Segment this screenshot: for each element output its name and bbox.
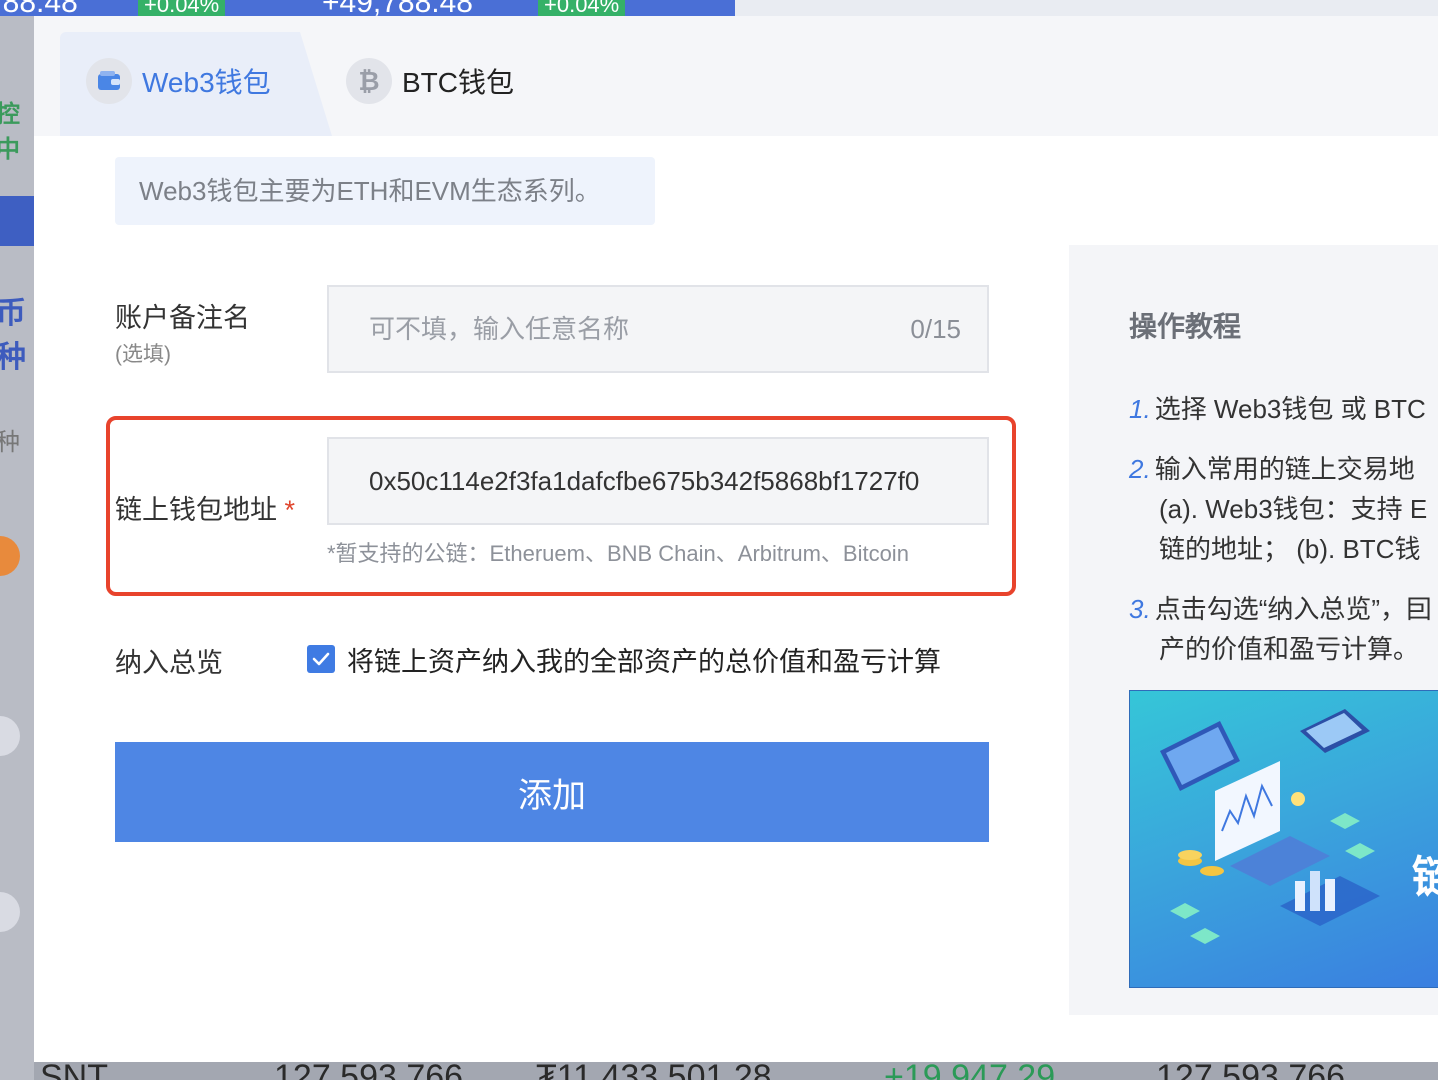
tab-web3-wallet[interactable]: Web3钱包	[86, 56, 271, 106]
wallet-tab-bar: Web3钱包 ₿ BTC钱包	[34, 16, 1438, 136]
include-overview-text[interactable]: 将链上资产纳入我的全部资产的总价值和盈亏计算	[347, 640, 941, 679]
svg-text:₿: ₿	[358, 67, 379, 96]
tab-label: Web3钱包	[142, 67, 271, 98]
background-cell: 127,593.766	[274, 1062, 463, 1080]
address-label: 链上钱包地址 *	[115, 488, 295, 527]
background-ticker-bar: 788.48 +0.04% +49,788.48 +0.04%	[0, 0, 1438, 16]
remark-optional-label: (选填)	[115, 343, 171, 366]
tutorial-step: 1. 选择 Web3钱包 或 BTC	[1129, 389, 1426, 429]
remark-label: 账户备注名	[115, 303, 250, 333]
background-cell: +19,947.29	[884, 1062, 1055, 1080]
background-text: 种	[0, 429, 20, 456]
step-text: 点击勾选“纳入总览”，囙	[1154, 594, 1433, 624]
background-cell: ₮11,433,501.28	[536, 1062, 772, 1080]
step-number: 2.	[1129, 454, 1151, 484]
tutorial-title: 操作教程	[1129, 311, 1242, 342]
tutorial-step: 3. 点击勾选“纳入总览”，囙 产的价值和盈亏计算。	[1129, 589, 1432, 669]
step-number: 1.	[1129, 394, 1151, 424]
include-overview-label: 纳入总览	[115, 648, 223, 678]
illustration-caption: 链	[1412, 841, 1438, 905]
coin-icon	[0, 716, 20, 756]
wallet-icon	[86, 58, 132, 104]
step-number: 3.	[1129, 594, 1151, 624]
tutorial-step: 2. 输入常用的链上交易地 (a). Web3钱包：支持 E 链的地址； (b).…	[1129, 449, 1427, 569]
remark-char-count: 0/15	[910, 314, 961, 344]
background-text: 控中	[0, 101, 20, 163]
background-left-column: 控中 币种 种	[0, 16, 34, 1080]
wallet-address-input[interactable]: 0x50c114e2f3fa1dafcfbe675b342f5868bf1727…	[327, 437, 989, 525]
coin-icon	[0, 892, 20, 932]
remark-input[interactable]: 可不填，输入任意名称 0/15	[327, 285, 989, 373]
background-ticker-change: +0.04%	[538, 0, 626, 16]
background-ticker-change: +0.04%	[138, 0, 226, 16]
include-overview-checkbox[interactable]	[307, 645, 335, 673]
background-ticker-value: +49,788.48	[322, 0, 473, 16]
remark-placeholder: 可不填，输入任意名称	[369, 314, 630, 344]
add-button[interactable]: 添加	[115, 742, 989, 842]
tab-btc-wallet[interactable]: ₿ BTC钱包	[346, 56, 514, 106]
wallet-address-value: 0x50c114e2f3fa1dafcfbe675b342f5868bf1727…	[369, 466, 920, 496]
background-strip	[0, 196, 34, 246]
address-label-text: 链上钱包地址	[115, 495, 277, 525]
check-icon	[312, 652, 330, 666]
isometric-illustration	[1160, 709, 1380, 944]
background-cell: SNT	[40, 1062, 108, 1080]
step-text: 链的地址； (b). BTC钱	[1159, 534, 1421, 564]
coin-icon	[0, 536, 20, 576]
wallet-info-notice: Web3钱包主要为ETH和EVM生态系列。	[115, 157, 655, 225]
background-text: 币种	[0, 297, 26, 374]
step-text: (a). Web3钱包：支持 E	[1159, 494, 1428, 524]
background-table-row: SNT 127,593.766 ₮11,433,501.28 +19,947.2…	[34, 1062, 1438, 1080]
add-wallet-modal: Web3钱包 ₿ BTC钱包 Web3钱包主要为ETH和EVM生态系列。 账户备…	[34, 16, 1438, 1062]
step-text: 产的价值和盈亏计算。	[1159, 634, 1420, 664]
supported-chains-hint: *暂支持的公链：Etheruem、BNB Chain、Arbitrum、Bitc…	[327, 541, 909, 566]
step-text: 输入常用的链上交易地	[1154, 454, 1415, 484]
tab-label: BTC钱包	[402, 67, 515, 98]
bitcoin-icon: ₿	[346, 58, 392, 104]
background-cell: 127,593.766	[1156, 1062, 1345, 1080]
tutorial-illustration: 链	[1129, 690, 1438, 988]
required-marker: *	[284, 495, 296, 525]
tutorial-panel: 操作教程 1. 选择 Web3钱包 或 BTC 2. 输入常用的链上交易地 (a).…	[1069, 245, 1438, 1015]
background-ticker-value: 788.48	[0, 0, 78, 16]
step-text: 选择 Web3钱包 或 BTC	[1154, 394, 1426, 424]
